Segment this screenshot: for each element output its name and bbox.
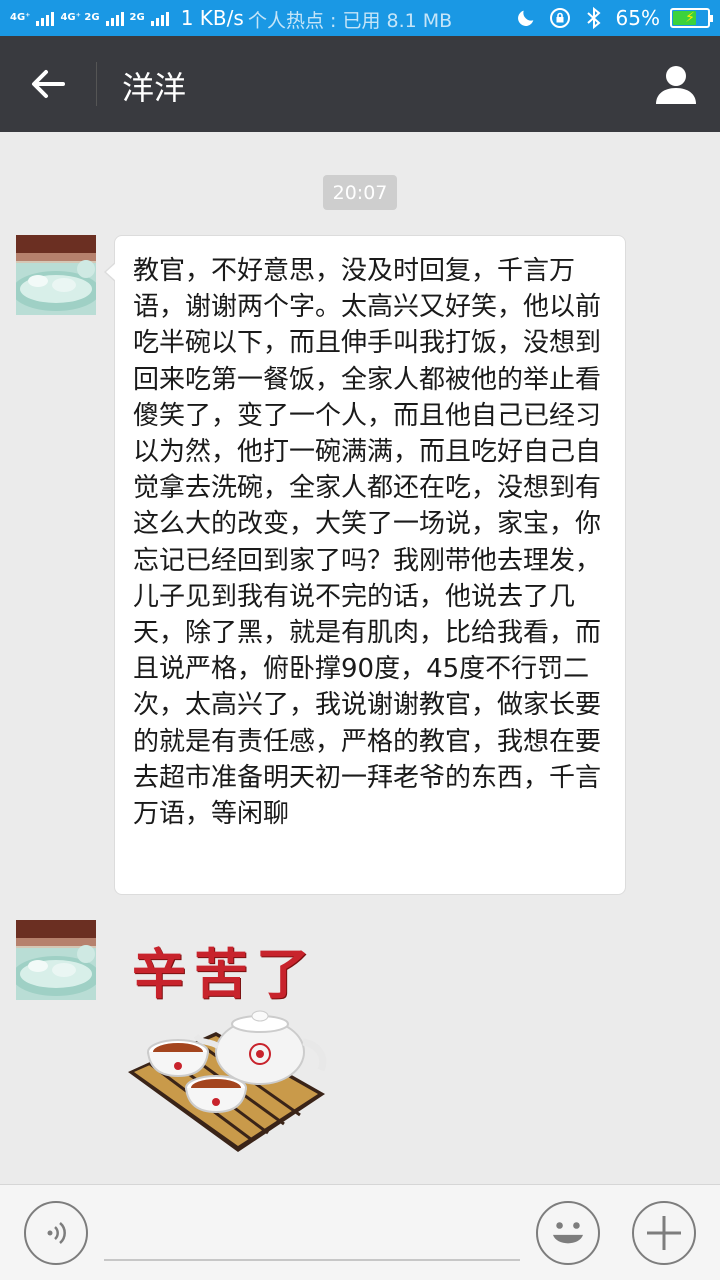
signal-bars-icon (150, 10, 169, 26)
message-input[interactable] (104, 1209, 520, 1261)
signal-group: 4G⁺ 4G⁺ 2G 2G 1 KB/s (10, 6, 244, 30)
network-type-1: 4G⁺ (10, 12, 31, 23)
sticker-caption: 辛苦了 (132, 942, 318, 1006)
emoji-button[interactable] (536, 1201, 600, 1265)
back-arrow-icon (32, 70, 65, 98)
voice-icon (47, 1222, 66, 1244)
sticker-message[interactable]: 辛苦了 (120, 922, 340, 1160)
contact-avatar[interactable] (16, 920, 96, 1000)
network-type-3: 2G (129, 12, 145, 23)
message-text: 教官，不好意思，没及时回复，千言万语，谢谢两个字。太高兴又好笑，他以前吃半碗以下… (133, 256, 602, 830)
chat-info-button[interactable] (652, 60, 700, 108)
emoji-icon (553, 1222, 583, 1244)
title-divider (96, 62, 97, 106)
tea-tray-sticker-image (128, 1010, 327, 1152)
chat-header: 洋洋 (0, 36, 720, 132)
charging-bolt-icon: ⚡ (685, 10, 695, 26)
moon-icon (514, 4, 538, 32)
user-profile-icon (656, 66, 696, 104)
battery-percent: 65% (615, 6, 660, 30)
battery-icon: ⚡ (670, 8, 713, 28)
message-timestamp: 20:07 (323, 175, 397, 210)
signal-bars-icon (36, 10, 55, 26)
network-type-2: 4G⁺ 2G (60, 12, 100, 23)
signal-bars-icon (105, 10, 124, 26)
network-speed: 1 KB/s (180, 6, 244, 30)
voice-button[interactable] (24, 1201, 88, 1265)
chat-title: 洋洋 (122, 69, 187, 107)
input-bar (0, 1184, 720, 1280)
plus-icon (647, 1216, 681, 1250)
tea-set-avatar-image (16, 235, 96, 315)
contact-avatar[interactable] (16, 235, 96, 315)
rotation-lock-icon (548, 4, 572, 32)
status-bar: 4G⁺ 4G⁺ 2G 2G 1 KB/s 个人热点 : 已用 8.1 MB 65… (0, 0, 720, 36)
bluetooth-icon (582, 4, 606, 32)
more-button[interactable] (632, 1201, 696, 1265)
hotspot-usage: 个人热点 : 已用 8.1 MB (248, 10, 453, 32)
status-icons: 65% ⚡ (514, 4, 713, 32)
message-bubble-text[interactable]: 教官，不好意思，没及时回复，千言万语，谢谢两个字。太高兴又好笑，他以前吃半碗以下… (104, 235, 626, 895)
tea-set-avatar-image (16, 920, 96, 1000)
back-button[interactable] (20, 58, 76, 110)
